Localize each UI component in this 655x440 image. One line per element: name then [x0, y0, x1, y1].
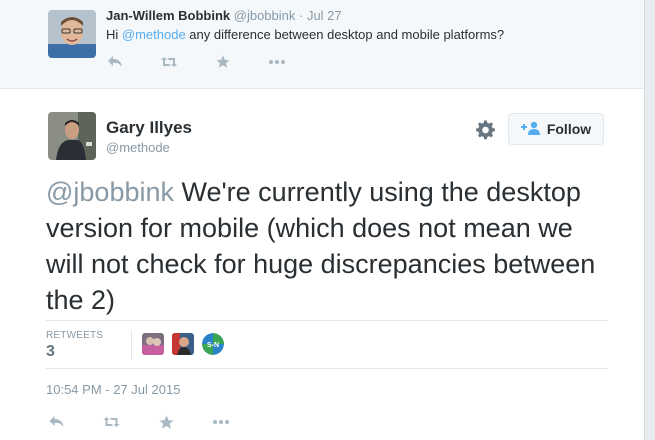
more-icon[interactable]	[267, 54, 287, 70]
main-avatar[interactable]	[48, 112, 96, 160]
follow-button[interactable]: Follow	[508, 113, 604, 145]
retweeter-badge-text: S-N	[207, 342, 219, 349]
retweet-icon[interactable]	[101, 414, 121, 430]
favorite-icon[interactable]	[213, 54, 233, 70]
tweet-text: @jbobbink We're currently using the desk…	[46, 174, 616, 318]
stats-divider-bottom	[46, 368, 608, 369]
tweet-actions	[46, 414, 231, 430]
follow-label: Follow	[546, 121, 592, 137]
tweet-mention-link[interactable]: @jbobbink	[46, 177, 174, 207]
reply-header: Jan-Willem Bobbink @jbobbink · Jul 27	[106, 8, 342, 23]
stats-divider-top	[46, 320, 608, 321]
reply-avatar[interactable]	[48, 10, 96, 58]
reply-timestamp[interactable]: · Jul 27	[299, 8, 342, 23]
more-icon[interactable]	[211, 414, 231, 430]
reply-author-handle[interactable]: @jbobbink	[234, 8, 296, 23]
reply-actions	[105, 54, 287, 70]
reply-author-name[interactable]: Jan-Willem Bobbink	[106, 8, 230, 23]
reply-icon[interactable]	[46, 414, 66, 430]
stats-separator	[131, 330, 132, 360]
retweet-icon[interactable]	[159, 54, 179, 70]
reply-text-prefix: Hi	[106, 27, 122, 42]
retweeter-avatar[interactable]: S-N	[202, 333, 224, 355]
retweets-count[interactable]: 3	[46, 343, 55, 361]
reply-text: Hi @methode any difference between deskt…	[106, 27, 504, 42]
retweets-label: RETWEETS	[46, 330, 104, 341]
follow-icon	[520, 121, 541, 138]
window-edge	[644, 0, 655, 440]
retweeter-avatar[interactable]	[142, 333, 164, 355]
reply-tweet: Jan-Willem Bobbink @jbobbink · Jul 27 Hi…	[0, 0, 645, 89]
main-author-handle[interactable]: @methode	[106, 140, 170, 155]
gear-icon[interactable]	[476, 120, 496, 140]
retweeter-avatar[interactable]	[172, 333, 194, 355]
reply-icon[interactable]	[105, 54, 125, 70]
reply-text-suffix: any difference between desktop and mobil…	[185, 27, 505, 42]
reply-mention-link[interactable]: @methode	[122, 27, 186, 42]
main-author-name[interactable]: Gary Illyes	[106, 118, 192, 138]
favorite-icon[interactable]	[156, 414, 176, 430]
tweet-timestamp[interactable]: 10:54 PM - 27 Jul 2015	[46, 382, 180, 397]
